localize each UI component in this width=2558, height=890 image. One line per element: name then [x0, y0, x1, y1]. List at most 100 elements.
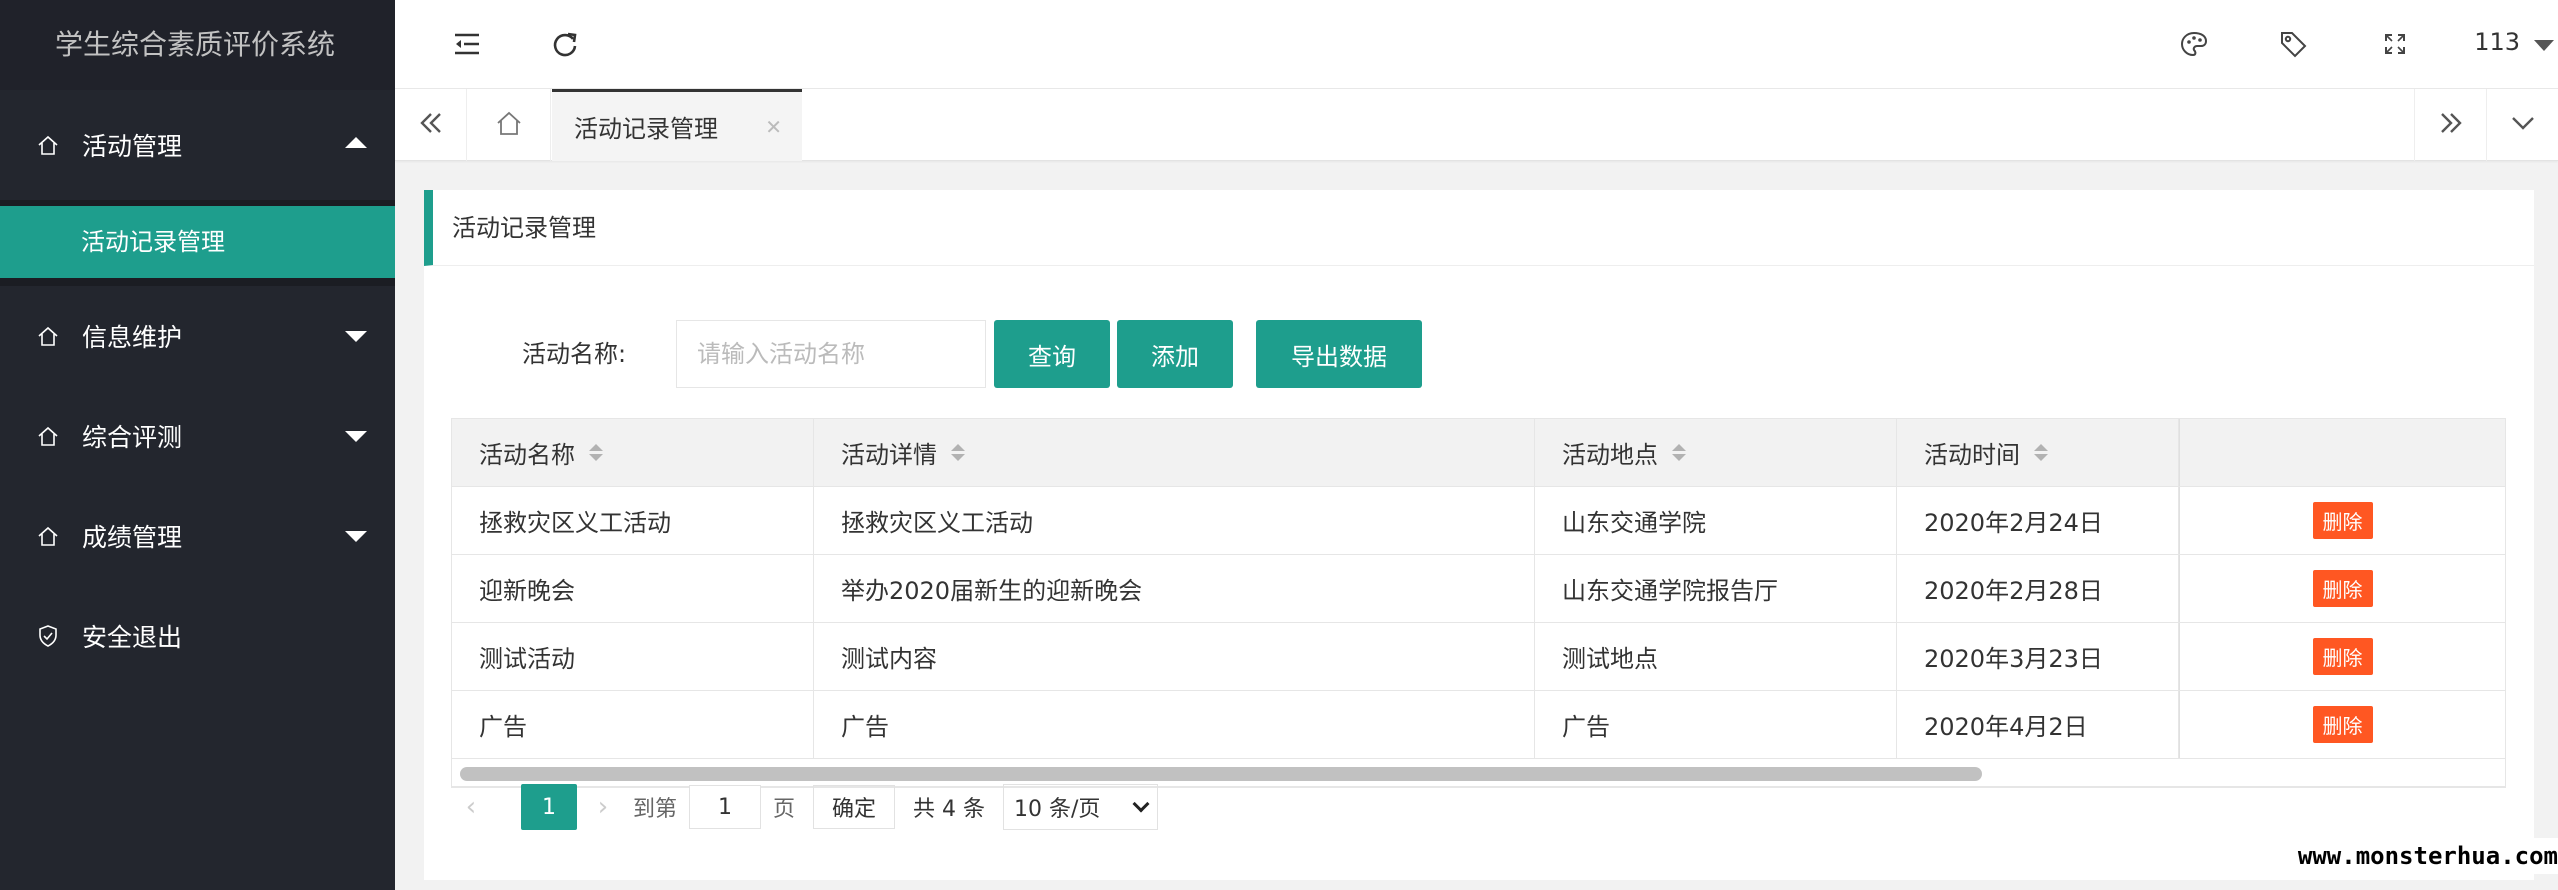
- caret-down-icon: [345, 331, 367, 342]
- cell-name: 迎新晚会: [452, 555, 814, 622]
- cell-place: 广告: [1535, 691, 1897, 758]
- search-label: 活动名称:: [522, 340, 627, 368]
- page-size-value: 10 条/页: [1014, 797, 1101, 822]
- close-icon[interactable]: ✕: [765, 115, 782, 139]
- delete-button[interactable]: 删除: [2312, 502, 2373, 539]
- sidebar-item-info[interactable]: 信息维护: [0, 286, 395, 386]
- cell-time: 2020年4月2日: [1897, 691, 2179, 758]
- home-icon: [34, 322, 62, 350]
- chevron-down-icon: [2510, 114, 2536, 136]
- caret-down-icon: [2534, 40, 2554, 51]
- table-row: 迎新晚会 举办2020届新生的迎新晚会 山东交通学院报告厅 2020年2月28日…: [452, 555, 2505, 623]
- user-menu[interactable]: 113: [2474, 28, 2558, 56]
- next-page-icon[interactable]: ›: [583, 792, 623, 822]
- sidebar: 学生综合素质评价系统 活动管理 活动记录管理 信息维护 综合评测 成绩管理 安全…: [0, 0, 395, 890]
- home-icon: [34, 131, 62, 159]
- page-unit-label: 页: [773, 797, 796, 822]
- page-size-select[interactable]: 10 条/页: [1003, 784, 1159, 830]
- goto-label: 到第: [633, 797, 678, 822]
- cell-place: 山东交通学院报告厅: [1535, 555, 1897, 622]
- tabs-scroll-right-button[interactable]: [2414, 89, 2486, 161]
- tabs-bar: 活动记录管理 ✕: [395, 89, 2558, 161]
- home-icon: [495, 110, 523, 140]
- sidebar-item-logout[interactable]: 安全退出: [0, 586, 395, 686]
- cell-detail: 举办2020届新生的迎新晚会: [814, 555, 1535, 622]
- sidebar-item-activity-records[interactable]: 活动记录管理: [0, 206, 395, 278]
- sidebar-item-label: 信息维护: [82, 323, 183, 352]
- sidebar-item-scores[interactable]: 成绩管理: [0, 486, 395, 586]
- sidebar-item-label: 成绩管理: [82, 523, 183, 552]
- query-button[interactable]: 查询: [994, 320, 1110, 388]
- sidebar-item-activity[interactable]: 活动管理: [0, 90, 395, 200]
- cell-place: 山东交通学院: [1535, 487, 1897, 554]
- table-row: 测试活动 测试内容 测试地点 2020年3月23日 删除: [452, 623, 2505, 691]
- add-button[interactable]: 添加: [1117, 320, 1233, 388]
- prev-page-icon[interactable]: ‹: [451, 792, 491, 822]
- palette-icon[interactable]: [2174, 24, 2214, 64]
- delete-button[interactable]: 删除: [2312, 638, 2373, 675]
- caret-down-icon: [345, 431, 367, 442]
- cell-time: 2020年3月23日: [1897, 623, 2179, 690]
- sidebar-item-label: 安全退出: [82, 623, 183, 652]
- delete-button[interactable]: 删除: [2312, 570, 2373, 607]
- home-icon: [34, 422, 62, 450]
- goto-confirm-button[interactable]: 确定: [813, 785, 896, 829]
- sort-icon[interactable]: [589, 444, 603, 461]
- column-header-name[interactable]: 活动名称: [452, 419, 814, 486]
- watermark: www.monsterhua.com: [2279, 838, 2558, 874]
- cell-actions: 删除: [2179, 487, 2505, 554]
- pagination: ‹ 1 › 到第 页 确定 共 4 条 10 条/页: [451, 780, 1159, 834]
- cell-actions: 删除: [2179, 623, 2505, 690]
- scrollbar-thumb[interactable]: [460, 767, 1982, 781]
- table-header: 活动名称 活动详情 活动地点 活动时间: [452, 419, 2505, 487]
- tag-icon[interactable]: [2273, 24, 2313, 64]
- cell-place: 测试地点: [1535, 623, 1897, 690]
- table-row: 广告 广告 广告 2020年4月2日 删除: [452, 691, 2505, 759]
- tabs-scroll-left-button[interactable]: [395, 89, 467, 161]
- sidebar-item-evaluation[interactable]: 综合评测: [0, 386, 395, 486]
- fullscreen-icon[interactable]: [2375, 24, 2415, 64]
- export-button[interactable]: 导出数据: [1256, 320, 1422, 388]
- double-left-icon: [418, 111, 444, 139]
- sort-icon[interactable]: [1672, 444, 1686, 461]
- tabs-more-button[interactable]: [2486, 89, 2558, 161]
- caret-down-icon: [345, 531, 367, 542]
- search-input[interactable]: [676, 320, 986, 388]
- sidebar-item-label: 活动管理: [82, 132, 183, 161]
- cell-name: 测试活动: [452, 623, 814, 690]
- cell-time: 2020年2月28日: [1897, 555, 2179, 622]
- tab-label: 活动记录管理: [574, 115, 718, 143]
- table-row: 拯救灾区义工活动 拯救灾区义工活动 山东交通学院 2020年2月24日 删除: [452, 487, 2505, 555]
- column-header-actions: [2179, 419, 2505, 486]
- page-current[interactable]: 1: [521, 784, 577, 830]
- sort-icon[interactable]: [951, 444, 965, 461]
- app-title: 学生综合素质评价系统: [0, 0, 395, 90]
- cell-detail: 拯救灾区义工活动: [814, 487, 1535, 554]
- search-bar: 活动名称: 查询 添加 导出数据: [424, 320, 2534, 390]
- tab-home[interactable]: [467, 89, 551, 161]
- cell-actions: 删除: [2179, 691, 2505, 758]
- cell-name: 拯救灾区义工活动: [452, 487, 814, 554]
- main-card: 活动记录管理 活动名称: 查询 添加 导出数据 活动名称 活动详情 活动地点 活…: [424, 190, 2534, 880]
- home-icon: [34, 522, 62, 550]
- column-header-detail[interactable]: 活动详情: [814, 419, 1535, 486]
- caret-up-icon: [345, 137, 367, 148]
- total-count: 共 4 条: [913, 797, 986, 822]
- goto-page-input[interactable]: [689, 785, 762, 829]
- delete-button[interactable]: 删除: [2312, 706, 2373, 743]
- data-table: 活动名称 活动详情 活动地点 活动时间 拯救灾区义工活动 拯救灾区义工活动 山东…: [451, 418, 2506, 788]
- menu-fold-icon[interactable]: [447, 24, 487, 64]
- top-header: 113: [395, 0, 2558, 89]
- column-header-time[interactable]: 活动时间: [1897, 419, 2179, 486]
- cell-detail: 测试内容: [814, 623, 1535, 690]
- chevron-down-icon: [1132, 795, 1150, 813]
- refresh-icon[interactable]: [545, 24, 585, 64]
- cell-time: 2020年2月24日: [1897, 487, 2179, 554]
- column-header-place[interactable]: 活动地点: [1535, 419, 1897, 486]
- sort-icon[interactable]: [2034, 444, 2048, 461]
- cell-detail: 广告: [814, 691, 1535, 758]
- cell-name: 广告: [452, 691, 814, 758]
- submenu: 活动记录管理: [0, 200, 395, 286]
- tab-activity-records[interactable]: 活动记录管理 ✕: [552, 89, 802, 161]
- double-right-icon: [2438, 111, 2464, 139]
